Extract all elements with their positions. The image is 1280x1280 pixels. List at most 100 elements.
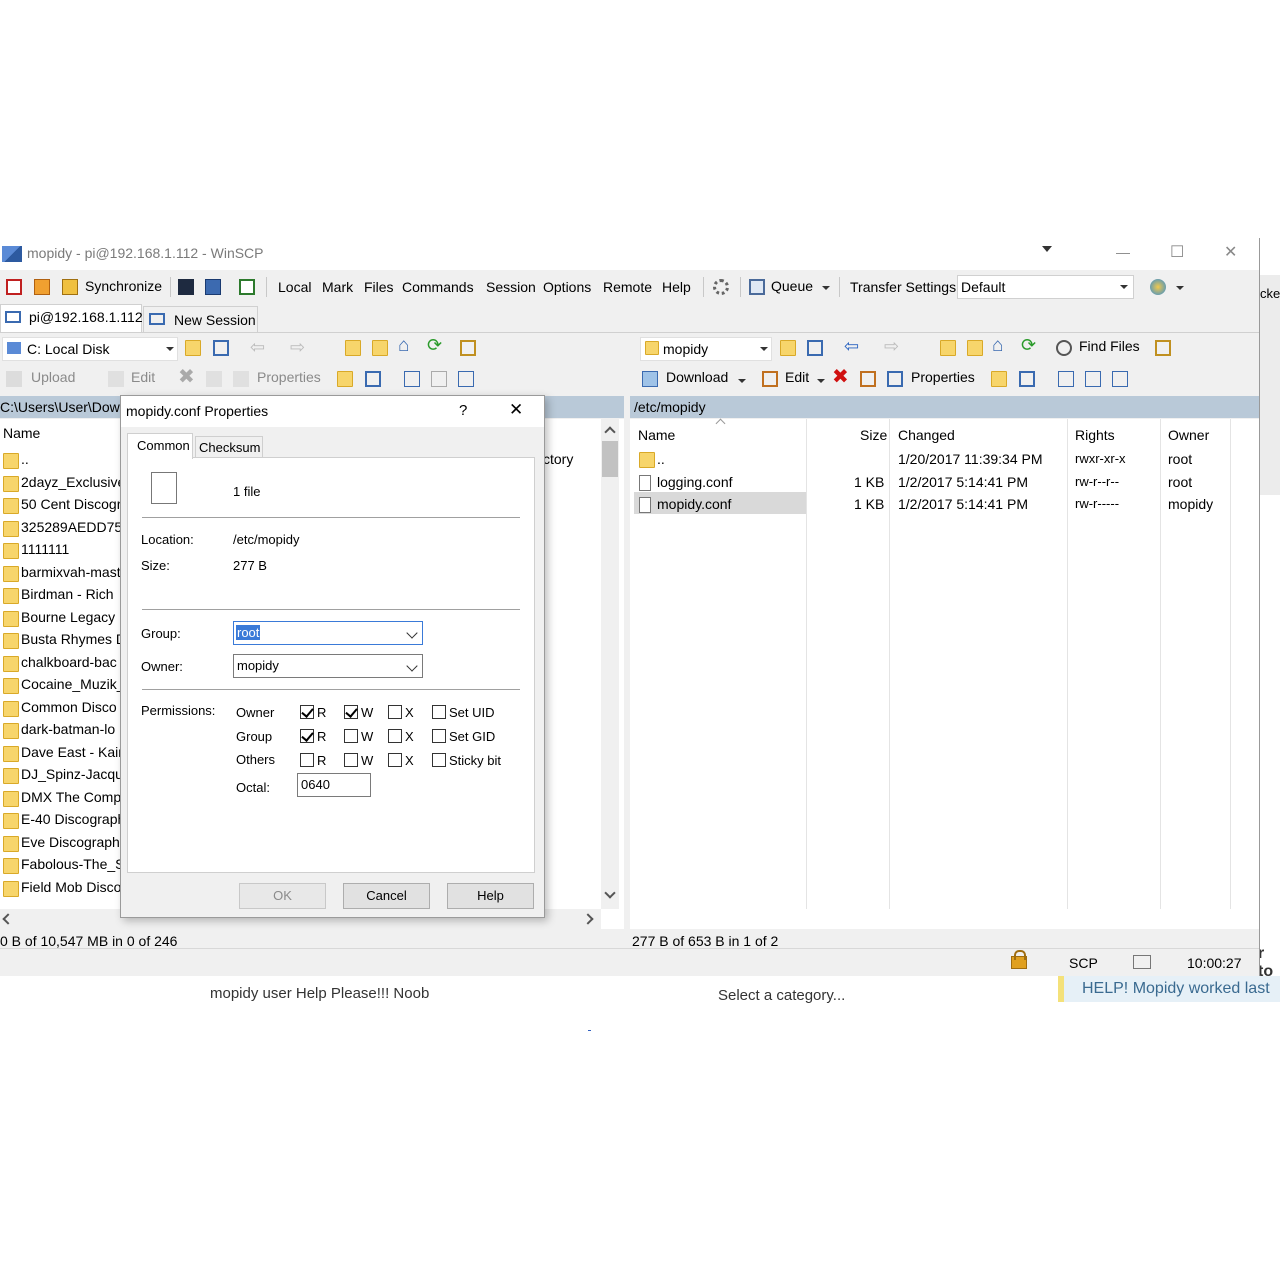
forward-arrow-icon[interactable]: ⇨ (884, 336, 899, 357)
maximize-button[interactable]: ☐ (1170, 242, 1184, 262)
file-name-cell[interactable]: logging.conf (657, 474, 733, 490)
edit-icon-disabled[interactable] (108, 371, 124, 387)
perm-owner-w-checkbox[interactable] (344, 705, 358, 719)
column-changed[interactable]: Changed (898, 427, 955, 443)
right-path-bar[interactable]: /etc/mopidy (630, 396, 1259, 418)
menu-mark[interactable]: Mark (322, 279, 353, 295)
file-name-cell[interactable]: .. (657, 451, 665, 467)
remote-edit-button[interactable]: Edit (785, 369, 809, 385)
minimize-button[interactable]: — (1116, 244, 1130, 260)
edit-dropdown-icon[interactable] (817, 379, 825, 383)
home-icon[interactable]: ⌂ (398, 335, 409, 357)
find-files-icon[interactable] (1056, 340, 1072, 356)
list-item[interactable]: Birdman - Rich (21, 586, 121, 602)
gear-icon[interactable] (713, 279, 729, 295)
collapse-icon[interactable] (431, 371, 447, 387)
perm-group-r-checkbox[interactable] (300, 729, 314, 743)
list-item[interactable]: DMX The Comp (21, 789, 121, 805)
collapse-icon[interactable] (1085, 371, 1101, 387)
delete-icon[interactable]: ✖ (832, 364, 849, 389)
tab-common[interactable]: Common (127, 433, 193, 459)
menu-remote[interactable]: Remote (603, 279, 652, 295)
local-drive-select[interactable]: C: Local Disk (2, 337, 178, 361)
help-button[interactable]: Help (447, 883, 534, 909)
putty-icon[interactable] (205, 279, 221, 295)
transfer-settings-label[interactable]: Transfer Settings (850, 279, 956, 295)
list-item[interactable]: Bourne Legacy I (21, 609, 121, 625)
home-icon[interactable]: ⌂ (992, 335, 1003, 357)
bg-help-banner[interactable]: HELP! Mopidy worked last (1058, 976, 1280, 1002)
tree-icon[interactable] (1155, 340, 1171, 356)
list-item[interactable]: Fabolous-The_S (21, 856, 121, 872)
refresh-icon[interactable]: ⟳ (427, 335, 442, 356)
queue-icon[interactable] (749, 279, 765, 295)
bg-forum-title[interactable]: mopidy user Help Please!!! Noob (210, 985, 429, 1002)
perm-others-special-checkbox[interactable] (432, 753, 446, 767)
list-item[interactable]: Eve Discography (21, 834, 121, 850)
properties-icon[interactable] (887, 371, 903, 387)
compare-dirs-icon[interactable] (6, 279, 22, 295)
rename-icon-disabled[interactable] (206, 371, 222, 387)
perm-group-w-checkbox[interactable] (344, 729, 358, 743)
ok-button[interactable]: OK (239, 883, 326, 909)
scroll-down-icon[interactable] (604, 887, 616, 899)
left-vertical-scrollbar[interactable] (601, 419, 619, 909)
open-folder-icon[interactable] (780, 340, 796, 356)
list-item[interactable]: 325289AEDD75. (21, 519, 121, 535)
refresh-icon[interactable]: ⟳ (1021, 335, 1036, 356)
owner-select[interactable]: mopidy (233, 654, 423, 678)
menu-help[interactable]: Help (662, 279, 691, 295)
column-name[interactable]: Name (638, 427, 675, 443)
dialog-help-button[interactable]: ? (459, 402, 467, 419)
bg-select-category[interactable]: Select a category... (718, 987, 845, 1004)
upload-button[interactable]: Upload (31, 369, 75, 385)
list-item[interactable]: .. (21, 451, 121, 467)
download-button[interactable]: Download (666, 369, 728, 385)
queue-button[interactable]: Queue (771, 278, 813, 294)
perm-others-x-checkbox[interactable] (388, 753, 402, 767)
download-icon[interactable] (642, 371, 658, 387)
console-icon[interactable] (178, 279, 194, 295)
list-item[interactable]: Dave East - Kairi (21, 744, 121, 760)
menu-local[interactable]: Local (278, 279, 311, 295)
synchronize-icon[interactable] (62, 279, 78, 295)
find-files-button[interactable]: Find Files (1079, 338, 1140, 354)
list-item[interactable]: Cocaine_Muzik_ (21, 676, 121, 692)
rename-icon[interactable] (860, 371, 876, 387)
remote-properties-button[interactable]: Properties (911, 369, 975, 385)
back-arrow-icon[interactable]: ⇦ (844, 336, 859, 357)
local-properties-button[interactable]: Properties (257, 369, 321, 385)
octal-field[interactable]: 0640 (297, 773, 371, 797)
new-folder-icon[interactable] (991, 371, 1007, 387)
list-item[interactable]: dark-batman-lo (21, 721, 121, 737)
remote-dir-select[interactable]: mopidy (640, 337, 772, 361)
customize-caret-icon[interactable] (1042, 246, 1052, 252)
perm-others-r-checkbox[interactable] (300, 753, 314, 767)
menu-session[interactable]: Session (486, 279, 536, 295)
list-item[interactable]: E-40 Discograph (21, 811, 121, 827)
list-item[interactable]: chalkboard-bac (21, 654, 121, 670)
perm-others-w-checkbox[interactable] (344, 753, 358, 767)
transfer-icon[interactable] (239, 279, 255, 295)
properties-icon-disabled[interactable] (233, 371, 249, 387)
menu-options[interactable]: Options (543, 279, 591, 295)
transfer-settings-select[interactable]: Default (957, 275, 1134, 299)
perm-group-x-checkbox[interactable] (388, 729, 402, 743)
list-item[interactable]: DJ_Spinz-Jacque (21, 766, 121, 782)
list-item[interactable]: Field Mob Disco (21, 879, 121, 895)
delete-icon-disabled[interactable]: ✖ (178, 364, 195, 389)
column-owner[interactable]: Owner (1168, 427, 1209, 443)
root-dir-icon[interactable] (372, 340, 388, 356)
sync-status-icon[interactable] (1150, 279, 1166, 295)
menu-files[interactable]: Files (364, 279, 394, 295)
filter-icon[interactable] (213, 340, 229, 356)
new-file-icon[interactable] (365, 371, 381, 387)
list-item[interactable]: 50 Cent Discogr (21, 496, 121, 512)
edit-icon[interactable] (762, 371, 778, 387)
forward-arrow-icon[interactable]: ⇨ (290, 337, 305, 358)
parent-dir-icon[interactable] (940, 340, 956, 356)
perm-owner-special-checkbox[interactable] (432, 705, 446, 719)
open-folder-icon[interactable] (185, 340, 201, 356)
sync-browse-icon[interactable] (34, 279, 50, 295)
close-window-button[interactable]: ✕ (1224, 242, 1237, 262)
